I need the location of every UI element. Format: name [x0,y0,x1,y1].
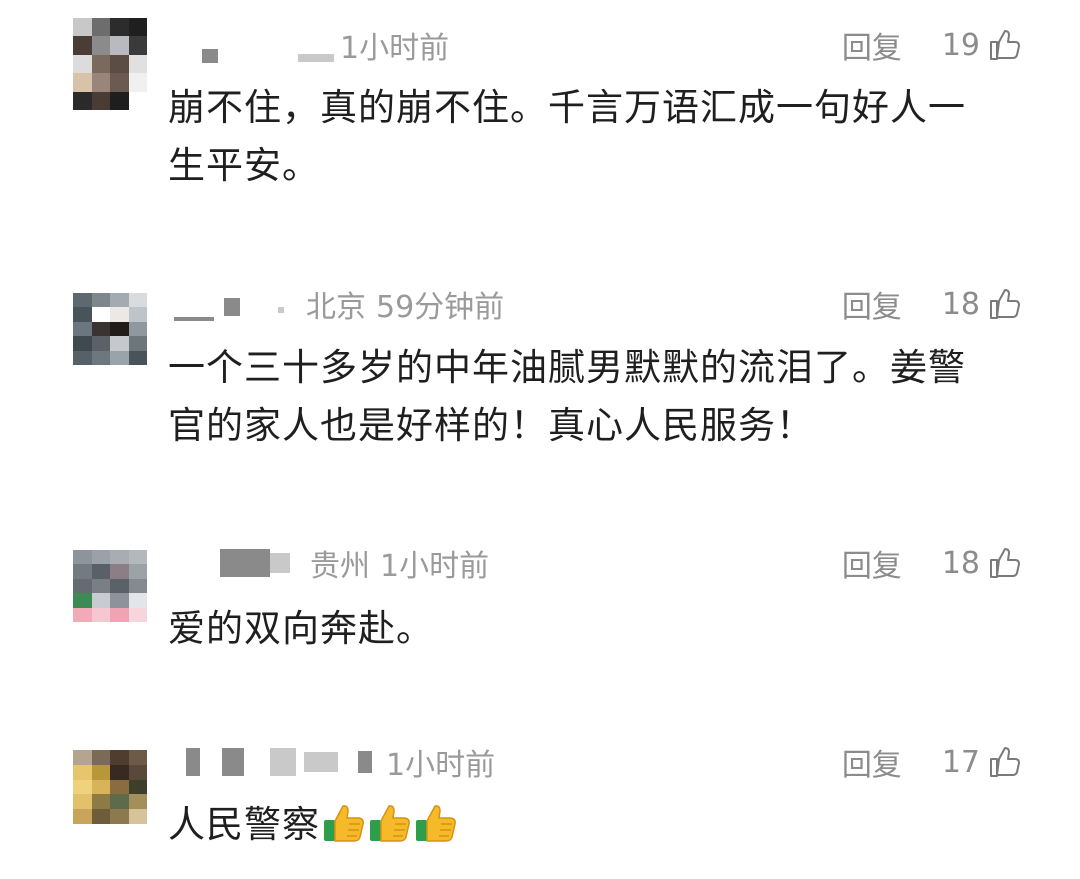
reply-button[interactable]: 回复 [842,23,902,67]
like-count: 18 [941,286,980,322]
comment-meta: 1小时前 [168,742,496,783]
timestamp: 1小时前 [380,549,490,584]
username-redacted[interactable] [202,49,218,63]
timestamp: 1小时前 [340,31,450,66]
reply-button[interactable]: 回复 [842,740,902,784]
location: 贵州 [310,549,370,584]
username-redacted[interactable] [278,307,284,313]
timestamp: 1小时前 [386,748,496,783]
like-count: 19 [941,27,980,63]
reply-button[interactable]: 回复 [842,541,902,585]
comment-actions: 回复 19 [842,23,1022,67]
like-count: 18 [941,545,980,581]
username-redacted[interactable] [186,748,200,776]
comment-meta: 贵州 1小时前 [168,543,490,584]
location: 北京 [306,290,366,325]
comment-meta: 北京 59分钟前 [168,284,505,325]
comment-text: 一个三十多岁的中年油腻男默默的流泪了。姜警官的家人也是好样的！真心人民服务！ [168,346,966,447]
username-redacted[interactable] [220,549,270,577]
username-redacted[interactable] [174,317,214,321]
like-icon[interactable] [988,28,1022,62]
username-redacted[interactable] [270,748,296,776]
comment-text-body: 人民警察 [168,803,320,846]
comment-text: 爱的双向奔赴。 [168,607,434,650]
like-icon[interactable] [988,745,1022,779]
comment-text: 人民警察 [168,796,998,854]
comment-actions: 回复 18 [842,282,1022,326]
avatar[interactable] [73,18,147,110]
avatar[interactable] [73,550,147,622]
thumbs-up-emoji-icon [370,805,410,842]
comment-meta: 1小时前 [168,25,450,66]
username-redacted[interactable] [298,54,334,62]
username-redacted[interactable] [304,752,338,772]
avatar[interactable] [73,293,147,365]
username-redacted[interactable] [224,298,240,316]
like-icon[interactable] [988,287,1022,321]
comment-actions: 回复 18 [842,541,1022,585]
username-redacted[interactable] [222,748,244,776]
like-icon[interactable] [988,546,1022,580]
username-redacted[interactable] [270,553,290,573]
reply-button[interactable]: 回复 [842,282,902,326]
comment-text: 崩不住，真的崩不住。千言万语汇成一句好人一生平安。 [168,86,966,187]
username-redacted[interactable] [358,751,372,773]
comment-actions: 回复 17 [842,740,1022,784]
thumbs-up-emoji-icon [416,805,456,842]
thumbs-up-emoji-icon [324,805,364,842]
timestamp: 59分钟前 [376,290,505,325]
like-count: 17 [941,744,980,780]
avatar[interactable] [73,750,147,824]
